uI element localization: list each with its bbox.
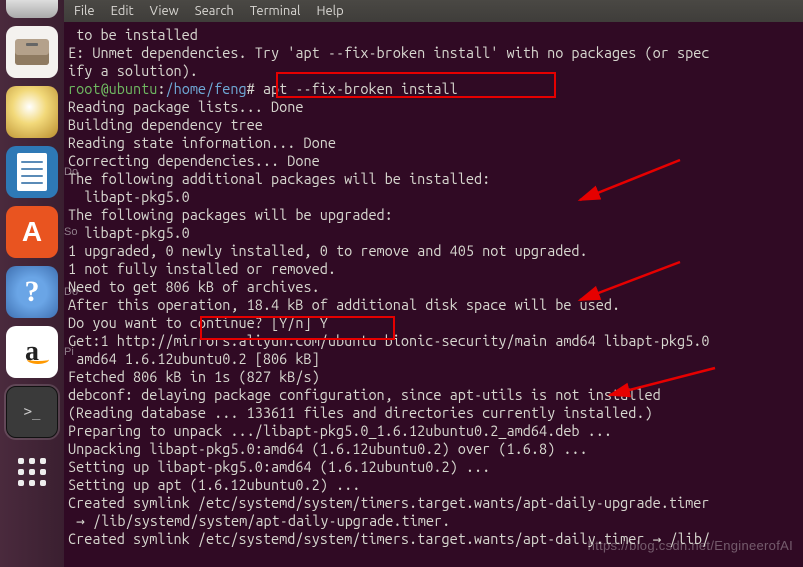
launcher-label: Do [64, 163, 78, 181]
launcher-item-amazon[interactable]: a Pi [6, 326, 58, 378]
files-icon [15, 39, 49, 65]
terminal-line: Correcting dependencies... Done [68, 152, 799, 170]
window-menubar: File Edit View Search Terminal Help [64, 0, 803, 22]
launcher-item-rhythmbox[interactable] [6, 86, 58, 138]
launcher-label: Pi [64, 343, 74, 361]
help-icon: ? [25, 283, 40, 301]
terminal-line: 1 upgraded, 0 newly installed, 0 to remo… [68, 242, 799, 260]
menu-terminal[interactable]: Terminal [250, 2, 301, 20]
terminal-line: Need to get 806 kB of archives. [68, 278, 799, 296]
terminal-line: amd64 1.6.12ubuntu0.2 [806 kB] [68, 350, 799, 368]
terminal-line: Created symlink /etc/systemd/system/time… [68, 494, 799, 512]
terminal-line: libapt-pkg5.0 [68, 224, 799, 242]
launcher-item-files[interactable] [6, 26, 58, 78]
terminal-line: The following additional packages will b… [68, 170, 799, 188]
launcher-label: So [64, 223, 77, 241]
launcher-item-writer[interactable]: Do [6, 146, 58, 198]
terminal-line: Reading package lists... Done [68, 98, 799, 116]
terminal-line: Building dependency tree [68, 116, 799, 134]
terminal-line: Preparing to unpack .../libapt-pkg5.0_1.… [68, 422, 799, 440]
apps-icon [18, 458, 46, 486]
launcher-item-help[interactable]: ? Do [6, 266, 58, 318]
watermark-text: https://blog.csdn.net/EngineerofAI [588, 537, 793, 555]
terminal-line: debconf: delaying package configuration,… [68, 386, 799, 404]
terminal-line: Reading state information... Done [68, 134, 799, 152]
terminal-line: Fetched 806 kB in 1s (827 kB/s) [68, 368, 799, 386]
launcher-label: Do [64, 283, 78, 301]
terminal-icon: >_ [24, 403, 41, 421]
terminal-line: to be installed [68, 26, 799, 44]
launcher-item-partial[interactable] [6, 0, 58, 18]
terminal-line: → /lib/systemd/system/apt-daily-upgrade.… [68, 512, 799, 530]
terminal-line: Unpacking libapt-pkg5.0:amd64 (1.6.12ubu… [68, 440, 799, 458]
launcher-item-terminal[interactable]: >_ [6, 386, 58, 438]
launcher-item-apps[interactable] [6, 446, 58, 498]
document-icon [17, 153, 47, 191]
terminal-line: The following packages will be upgraded: [68, 206, 799, 224]
terminal-line: Get:1 http://mirrors.aliyun.com/ubuntu b… [68, 332, 799, 350]
menu-search[interactable]: Search [195, 2, 234, 20]
terminal-line: libapt-pkg5.0 [68, 188, 799, 206]
terminal-line: After this operation, 18.4 kB of additio… [68, 296, 799, 314]
terminal-line: E: Unmet dependencies. Try 'apt --fix-br… [68, 44, 799, 62]
launcher-item-software[interactable]: A So [6, 206, 58, 258]
terminal-line: Setting up libapt-pkg5.0:amd64 (1.6.12ub… [68, 458, 799, 476]
menu-help[interactable]: Help [316, 2, 343, 20]
terminal-line: Setting up apt (1.6.12ubuntu0.2) ... [68, 476, 799, 494]
software-icon: A [14, 214, 50, 250]
terminal-line: 1 not fully installed or removed. [68, 260, 799, 278]
terminal-line: ify a solution). [68, 62, 799, 80]
terminal-line: root@ubuntu:/home/feng# apt --fix-broken… [68, 80, 799, 98]
menu-view[interactable]: View [150, 2, 179, 20]
menu-edit[interactable]: Edit [111, 2, 134, 20]
terminal-line: (Reading database ... 133611 files and d… [68, 404, 799, 422]
terminal-line: Do you want to continue? [Y/n] Y [68, 314, 799, 332]
unity-launcher: Do A So ? Do a Pi >_ [0, 0, 64, 567]
terminal-output[interactable]: to be installedE: Unmet dependencies. Tr… [64, 22, 803, 567]
amazon-icon: a [25, 343, 39, 361]
menu-file[interactable]: File [74, 2, 95, 20]
